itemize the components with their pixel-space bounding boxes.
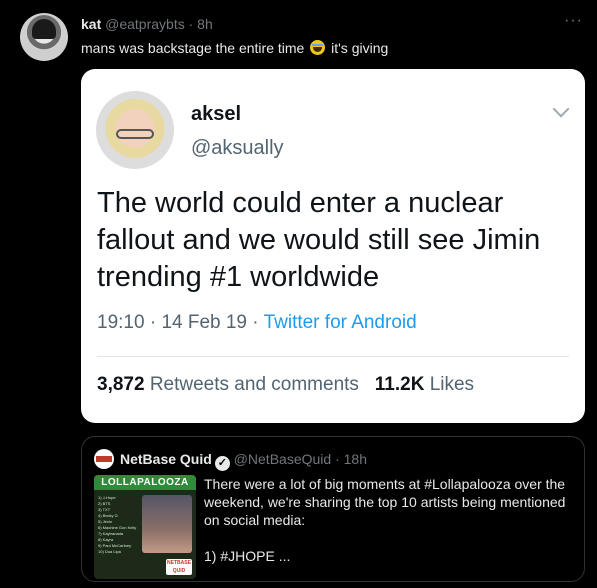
screenshot-name: aksel [191,103,242,125]
screenshot-meta: 19:10 · 14 Feb 19 · Twitter for Android [97,312,417,333]
timestamp[interactable]: 8h [197,16,213,32]
likes-count: 11.2K [374,374,425,395]
quote-text: There were a lot of big moments at #Loll… [204,475,576,565]
screenshot-stats: 3,872 Retweets and comments 11.2K Likes [97,374,474,396]
quote-tweet[interactable]: NetBase Quid ✓ @NetBaseQuid · 18h LOLLAPA… [81,436,585,582]
screenshot-handle: @aksually [191,137,284,159]
screenshot-avatar [96,91,174,169]
more-options-button[interactable]: ··· [564,12,583,30]
avatar[interactable] [20,13,68,61]
tweet[interactable]: kat @eatpraybts · 8h ··· mans was backst… [0,0,597,588]
screenshot-date: 14 Feb 19 [161,312,248,333]
quote-body: There were a lot of big moments at #Loll… [204,476,566,528]
chevron-down-icon [552,100,570,118]
screenshot-time: 19:10 [97,312,145,333]
tweet-header: kat @eatpraybts · 8h [81,16,213,32]
quote-image[interactable]: LOLLAPALOOZA 1) J-Hope 2) BTS 3) TXT 4) … [94,475,196,579]
screenshot-text: The world could enter a nuclear fallout … [97,187,541,293]
quote-handle[interactable]: @NetBaseQuid [234,451,331,467]
tweet-text-part2: it's giving [331,40,389,56]
retweets-label: Retweets and comments [149,374,359,395]
tweet-text: mans was backstage the entire time it's … [81,40,388,56]
separator: · [188,16,194,32]
display-name[interactable]: kat [81,16,101,32]
lollapalooza-banner: LOLLAPALOOZA [94,475,196,490]
loudly-crying-face-icon [310,40,326,55]
handle[interactable]: @eatpraybts [105,16,185,32]
quote-header: NetBase Quid ✓ @NetBaseQuid · 18h [120,451,367,471]
netbase-logo: NETBASE QUID [166,559,192,575]
artist-list: 1) J-Hope 2) BTS 3) TXT 4) Becky G 5) Ji… [98,495,136,555]
quote-name[interactable]: NetBase Quid [120,451,212,467]
quote-tail: 1) #JHOPE ... [204,548,291,564]
retweets-count: 3,872 [97,374,145,395]
quote-time[interactable]: 18h [344,451,367,467]
screenshot-image[interactable]: aksel @aksually The world could enter a … [81,69,585,423]
likes-label: Likes [429,374,475,395]
quote-avatar[interactable] [94,449,114,469]
screenshot-source: Twitter for Android [263,312,417,333]
verified-badge-icon: ✓ [214,456,230,471]
artist-item: 10) Dua Lipa [98,549,121,554]
artist-photo [142,495,192,553]
divider [97,356,569,357]
tweet-text-part1: mans was backstage the entire time [81,40,305,56]
quote-separator: · [335,451,340,467]
